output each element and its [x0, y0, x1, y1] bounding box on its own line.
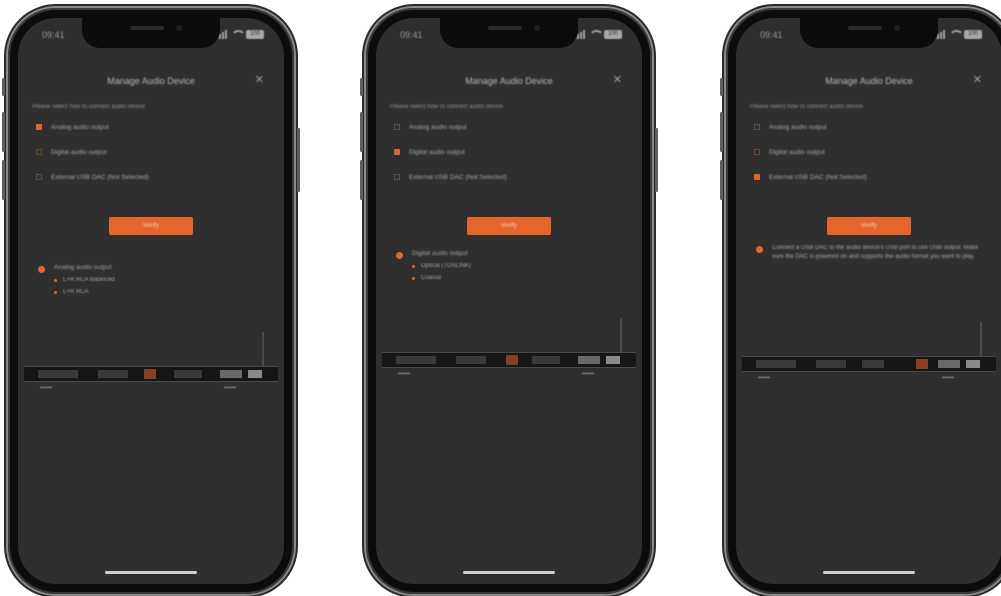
status-time: 09:41 — [400, 30, 423, 40]
intro-text: Please select how to connect audio devic… — [390, 104, 504, 110]
option-digital-output[interactable]: Digital audio output — [394, 145, 628, 159]
home-indicator[interactable] — [463, 571, 555, 574]
status-time: 09:41 — [42, 30, 65, 40]
result-item: Optical (TOSLINK) — [412, 263, 628, 269]
status-time: 09:41 — [760, 30, 783, 40]
panel-caption: ▬▬▬ — [40, 384, 52, 389]
battery-icon: 100 — [604, 30, 622, 39]
panel-caption: ▬▬▬ — [942, 374, 954, 379]
option-analog-output[interactable]: Analog audio output — [36, 120, 270, 134]
notch — [82, 18, 220, 48]
result-bullet-icon — [38, 266, 45, 273]
checkbox-icon[interactable] — [754, 149, 760, 155]
option-label: Digital audio output — [769, 148, 825, 156]
page-title: Manage Audio Device — [465, 76, 553, 86]
checkbox-icon[interactable] — [394, 124, 400, 130]
option-usb-dac[interactable]: External USB DAC (Not Selected) — [394, 170, 628, 184]
result-section: Analog audio output L+R RCA Balanced L+R… — [38, 264, 270, 295]
intro-text: Please select how to connect audio devic… — [32, 104, 146, 110]
mute-switch — [2, 78, 5, 96]
wifi-icon — [949, 30, 964, 39]
option-label: External USB DAC (Not Selected) — [409, 173, 507, 181]
option-usb-dac[interactable]: External USB DAC (Not Selected) — [36, 170, 270, 184]
option-usb-dac[interactable]: External USB DAC (Not Selected) — [754, 170, 988, 184]
option-analog-output[interactable]: Analog audio output — [394, 120, 628, 134]
device-rear-panel-image: ▬▬▬ ▬▬▬ — [382, 318, 636, 375]
highlight-port — [506, 355, 518, 365]
power-button — [297, 128, 300, 192]
intro-text: Please select how to connect audio devic… — [750, 104, 864, 110]
antenna — [262, 332, 264, 368]
result-section: Connect a USB DAC to the audio device's … — [756, 244, 988, 262]
close-icon[interactable]: ✕ — [613, 73, 622, 86]
wifi-icon — [589, 30, 604, 39]
verify-button[interactable]: Verify — [109, 217, 193, 235]
option-label: Analog audio output — [51, 123, 109, 131]
notch — [440, 18, 578, 48]
panel-caption: ▬▬▬ — [758, 374, 770, 379]
page-title: Manage Audio Device — [107, 76, 195, 86]
checkbox-checked-icon[interactable] — [754, 174, 760, 180]
close-icon[interactable]: ✕ — [973, 73, 982, 86]
home-indicator[interactable] — [823, 571, 915, 574]
verify-button[interactable]: Verify — [827, 217, 911, 235]
highlight-port — [916, 359, 928, 369]
option-digital-output[interactable]: Digital audio output — [754, 145, 988, 159]
checkbox-icon[interactable] — [754, 124, 760, 130]
phone-frame: 09:41 100 Manage Audio Device ✕ Please s… — [360, 8, 658, 594]
checkbox-checked-icon[interactable] — [36, 124, 42, 130]
panel-caption: ▬▬▬ — [224, 384, 236, 389]
option-label: Digital audio output — [51, 148, 107, 156]
verify-button[interactable]: Verify — [467, 217, 551, 235]
notch — [800, 18, 938, 48]
result-item: Coaxial — [412, 275, 628, 281]
result-item: L+R RCA — [54, 289, 270, 295]
option-label: External USB DAC (Not Selected) — [769, 173, 867, 181]
option-analog-output[interactable]: Analog audio output — [754, 120, 988, 134]
checkbox-icon[interactable] — [394, 174, 400, 180]
result-bullet-icon — [756, 246, 763, 253]
option-label: Digital audio output — [409, 148, 465, 156]
volume-down-button — [2, 160, 5, 200]
option-label: Analog audio output — [769, 123, 827, 131]
screenshot-stage: 09:41 100 Manage Audio Device ✕ Please s… — [0, 0, 1001, 596]
device-rear-panel-image: ▬▬▬ ▬▬▬ — [742, 322, 996, 379]
checkbox-icon[interactable] — [36, 174, 42, 180]
home-indicator[interactable] — [105, 571, 197, 574]
app-screen: 09:41 100 Manage Audio Device ✕ Please s… — [376, 18, 642, 584]
volume-up-button — [2, 112, 5, 152]
highlight-port — [144, 369, 156, 379]
checkbox-icon[interactable] — [36, 149, 42, 155]
app-screen: 09:41 100 Manage Audio Device ✕ Please s… — [18, 18, 284, 584]
device-rear-panel-image: ▬▬▬ ▬▬▬ — [24, 332, 278, 389]
page-title: Manage Audio Device — [825, 76, 913, 86]
battery-icon: 100 — [246, 30, 264, 39]
result-bullet-icon — [396, 252, 403, 259]
panel-caption: ▬▬▬ — [582, 370, 594, 375]
result-section: Digital audio output Optical (TOSLINK) C… — [396, 250, 628, 281]
result-heading: Analog audio output — [54, 264, 112, 271]
result-paragraph: Connect a USB DAC to the audio device's … — [772, 245, 979, 260]
phone-frame: 09:41 100 Manage Audio Device ✕ Please s… — [720, 8, 1001, 594]
antenna — [980, 322, 982, 358]
option-label: External USB DAC (Not Selected) — [51, 173, 149, 181]
battery-icon: 100 — [964, 30, 982, 39]
result-item: L+R RCA Balanced — [54, 277, 270, 283]
phone-frame: 09:41 100 Manage Audio Device ✕ Please s… — [2, 8, 300, 594]
app-screen: 09:41 100 Manage Audio Device ✕ Please s… — [736, 18, 1001, 584]
close-icon[interactable]: ✕ — [255, 73, 264, 86]
option-label: Analog audio output — [409, 123, 467, 131]
result-heading: Digital audio output — [412, 250, 468, 257]
antenna — [620, 318, 622, 354]
panel-caption: ▬▬▬ — [398, 370, 410, 375]
checkbox-checked-icon[interactable] — [394, 149, 400, 155]
option-digital-output[interactable]: Digital audio output — [36, 145, 270, 159]
wifi-icon — [231, 30, 246, 39]
